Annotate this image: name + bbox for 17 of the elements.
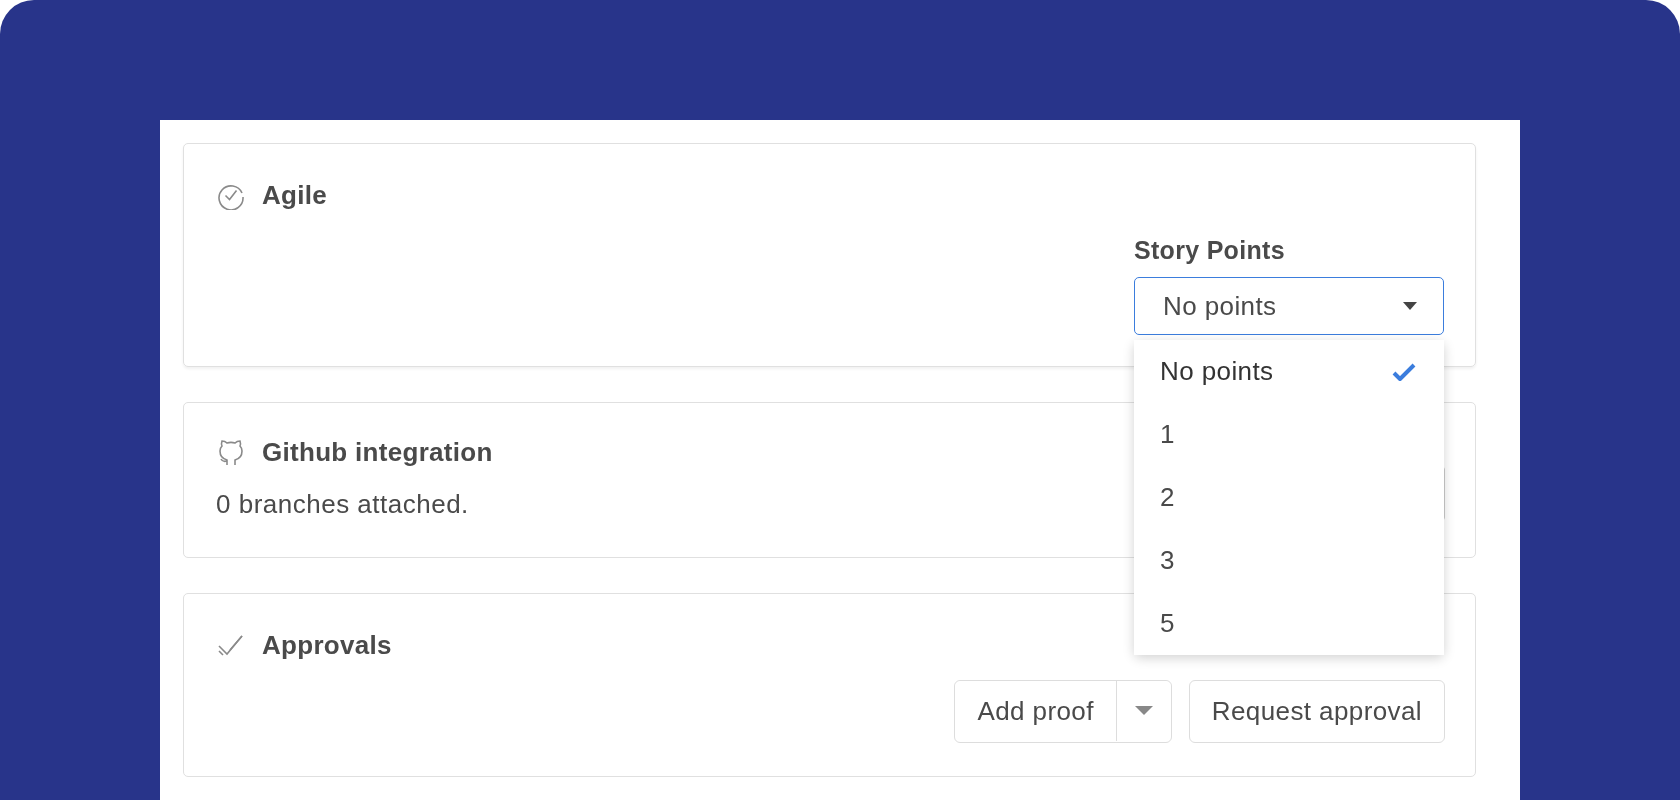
branches-text: 0 branches attached.: [216, 489, 469, 520]
field-label: Story Points: [1134, 236, 1286, 265]
dropdown-option[interactable]: 5: [1134, 592, 1444, 655]
section-title: Approvals: [262, 629, 392, 661]
section-title: Github integration: [262, 436, 493, 468]
dropdown-option[interactable]: 1: [1134, 403, 1444, 466]
story-points-dropdown[interactable]: No points: [1134, 277, 1444, 335]
checkmark-icon: [1392, 361, 1416, 382]
caret-button[interactable]: [1115, 681, 1171, 741]
caret-icon: [1134, 706, 1153, 716]
dropdown-option[interactable]: 2: [1134, 466, 1444, 529]
request-approval-button[interactable]: Request approval: [1188, 680, 1445, 743]
caret-icon: [1403, 301, 1417, 311]
section-title: Agile: [262, 179, 328, 211]
cat-icon: [216, 437, 246, 467]
dropdown-option[interactable]: 3: [1134, 529, 1444, 592]
dropdown-option[interactable]: No points: [1134, 340, 1444, 403]
